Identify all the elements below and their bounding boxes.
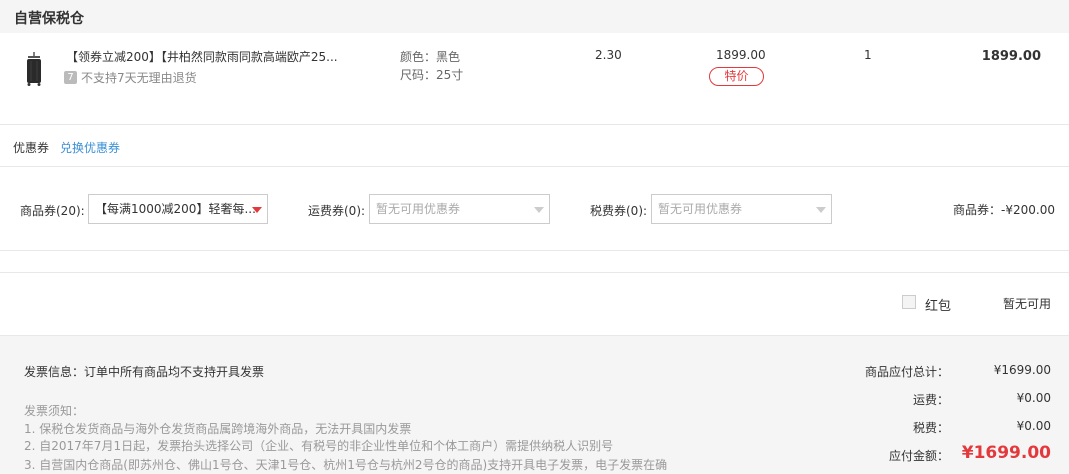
- product-color: 颜色：黑色: [400, 50, 461, 64]
- shipping-label: 运费：: [912, 393, 949, 407]
- product-size: 尺码：25寸: [400, 68, 464, 82]
- shipping-coupon-value: 暂无可用优惠券: [376, 202, 461, 216]
- product-name-link[interactable]: 【领券立减200】【井柏然同款雨同款高端欧产25...: [66, 48, 338, 65]
- coupon-selects: 商品券(20): 【每满1000减200】轻奢每... 运费券(0): 暂无可用…: [0, 167, 1069, 251]
- redpack-checkbox[interactable]: [902, 295, 916, 309]
- goods-total-label: 商品应付总计：: [864, 365, 949, 379]
- invoice-notice-2: 2. 自2017年7月1日起，发票抬头选择公司（企业、有税号的非企业性单位和个体…: [24, 439, 614, 453]
- tax-rate: 2.30: [595, 48, 622, 62]
- dropdown-arrow-icon: [816, 207, 826, 213]
- payable-label: 应付金额：: [888, 449, 949, 463]
- shipping-coupon-label: 运费券(0):: [308, 204, 366, 218]
- coupon-bar: 优惠券 兑换优惠券: [0, 125, 1069, 167]
- tax-coupon-label: 税费券(0):: [590, 204, 648, 218]
- shipping-coupon-select[interactable]: 暂无可用优惠券: [369, 194, 550, 224]
- special-price-badge: 特价: [709, 67, 764, 86]
- warehouse-title: 自营保税仓: [14, 11, 84, 27]
- invoice-notice-1: 1. 保税仓发货商品与海外仓发货商品属跨境海外商品，无法开具国内发票: [24, 422, 412, 436]
- goods-coupon-value: 【每满1000减200】轻奢每...: [95, 202, 256, 216]
- dropdown-arrow-icon: [534, 207, 544, 213]
- goods-coupon-discount: 商品券：-¥200.00: [953, 203, 1055, 217]
- exchange-coupon-link[interactable]: 兑换优惠券: [60, 139, 120, 156]
- unit-price: 1899.00: [716, 48, 766, 62]
- return-badge-icon: 7: [64, 71, 77, 84]
- warehouse-header: 自营保税仓: [0, 0, 1069, 33]
- shipping-value: ¥0.00: [1016, 391, 1051, 405]
- quantity: 1: [864, 48, 872, 62]
- tax-value: ¥0.00: [1016, 419, 1051, 433]
- suitcase-icon[interactable]: [22, 51, 46, 87]
- product-row: 【领券立减200】【井柏然同款雨同款高端欧产25... 7 不支持7天无理由退货…: [0, 33, 1069, 125]
- tax-coupon-value: 暂无可用优惠券: [658, 202, 743, 216]
- product-subtotal: 1899.00: [981, 49, 1041, 64]
- no-return-text: 不支持7天无理由退货: [81, 71, 197, 85]
- invoice-notice-3: 3. 自营国内仓商品(即苏州仓、佛山1号仓、天津1号仓、杭州1号仓与杭州2号仓的…: [24, 458, 668, 472]
- invoice-info: 发票信息：订单中所有商品均不支持开具发票: [24, 365, 265, 379]
- redpack-row: 红包 暂无可用: [0, 272, 1069, 335]
- goods-coupon-select[interactable]: 【每满1000减200】轻奢每...: [88, 194, 268, 224]
- tax-label: 税费：: [912, 421, 949, 435]
- goods-coupon-label: 商品券(20):: [20, 204, 85, 218]
- tax-coupon-select[interactable]: 暂无可用优惠券: [651, 194, 832, 224]
- order-summary: 发票信息：订单中所有商品均不支持开具发票 发票须知： 1. 保税仓发货商品与海外…: [0, 335, 1069, 474]
- no-return-note: 7 不支持7天无理由退货: [64, 69, 197, 86]
- payable-amount: ¥1699.00: [961, 443, 1051, 463]
- invoice-notice-title: 发票须知：: [24, 404, 85, 418]
- goods-total-value: ¥1699.00: [993, 363, 1051, 377]
- coupon-label: 优惠券: [13, 141, 50, 155]
- dropdown-arrow-icon: [252, 207, 262, 213]
- redpack-label: 红包: [925, 299, 952, 314]
- redpack-status: 暂无可用: [1002, 297, 1051, 311]
